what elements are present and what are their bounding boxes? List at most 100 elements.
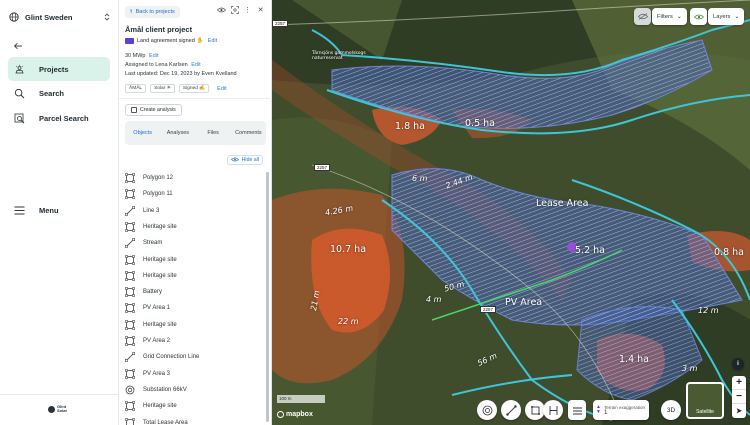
scrollbar-thumb[interactable]: [266, 172, 269, 422]
object-label: PV Area 1: [143, 305, 171, 312]
decrement-icon[interactable]: ▼: [596, 410, 601, 415]
nav-menu-button[interactable]: Menu: [14, 206, 59, 215]
object-list-item[interactable]: Heritage site: [125, 220, 263, 234]
edit-land-status-link[interactable]: Edit: [208, 38, 217, 44]
target-tool-button[interactable]: [477, 400, 497, 420]
polygon-icon: [125, 222, 135, 232]
object-list-item[interactable]: Line 3: [125, 204, 263, 218]
nav-item-projects[interactable]: Projects: [8, 57, 110, 81]
edit-tags-link[interactable]: Edit: [217, 86, 226, 92]
polygon-icon: [125, 189, 135, 200]
hide-all-button[interactable]: Hide all: [226, 155, 263, 165]
object-list: Polygon 12 Polygon 11 Line 3 Heritage site S…: [119, 170, 265, 425]
object-list-item[interactable]: Battery: [125, 285, 263, 299]
back-to-projects-button[interactable]: ⭡ Back to projects: [125, 6, 180, 18]
measure-tool-button[interactable]: [543, 400, 563, 420]
edit-capacity-link[interactable]: Edit: [149, 53, 158, 59]
polygon-icon: [125, 270, 135, 281]
nav-label-projects: Projects: [39, 64, 69, 74]
zoom-in-button[interactable]: +: [732, 376, 746, 390]
object-list-item[interactable]: Heritage site: [125, 269, 263, 283]
tab-files[interactable]: Files: [196, 130, 231, 136]
polygon-icon: [125, 173, 135, 183]
org-switcher[interactable]: Glint Sweden: [9, 10, 111, 24]
polygon-tool-button[interactable]: [525, 400, 545, 420]
nav-item-parcel-search[interactable]: Parcel Search: [8, 106, 110, 130]
project-title: Åmål client project: [125, 25, 193, 34]
object-list-item[interactable]: Stream: [125, 236, 263, 250]
tab-comments[interactable]: Comments: [231, 130, 266, 136]
eye-off-icon: [230, 157, 239, 164]
tag-signed[interactable]: Signed ✍: [178, 84, 210, 93]
mapbox-attribution[interactable]: mapbox: [277, 411, 313, 418]
object-list-item[interactable]: Heritage site: [125, 318, 263, 332]
solar-panel-icon: [15, 64, 24, 73]
collapse-nav-button[interactable]: [11, 40, 25, 52]
object-list-item[interactable]: Polygon 12: [125, 171, 263, 185]
layers-visibility-button[interactable]: [690, 8, 707, 25]
compass-icon[interactable]: ➤: [732, 404, 746, 418]
object-label: Total Lease Area: [143, 419, 188, 425]
tag-solar[interactable]: Solar ☀: [150, 84, 175, 93]
object-label: Polygon 11: [143, 191, 173, 198]
assigned-prefix: Assigned to: [125, 62, 154, 68]
edit-assignee-link[interactable]: Edit: [191, 62, 200, 68]
object-list-item[interactable]: Polygon 11: [125, 187, 263, 201]
polygon-icon: [125, 368, 135, 379]
parcel-tool-button[interactable]: [568, 400, 586, 420]
filters-button[interactable]: Filters ⌄: [652, 8, 687, 25]
land-status: Land agreement signed ✋ Edit: [125, 38, 217, 44]
layers-button[interactable]: Layers ⌄: [708, 8, 745, 25]
map-label-area-08: 0.8 ha: [714, 247, 744, 258]
map-label-d6: 6 m: [412, 174, 428, 183]
visibility-toggle-button[interactable]: [634, 8, 651, 25]
updated-by: Even Kvelland: [201, 71, 237, 77]
zoom-out-button[interactable]: −: [732, 390, 746, 404]
object-list-item[interactable]: Heritage site: [125, 253, 263, 267]
object-label: Heritage site: [143, 321, 177, 328]
map-label-pv-area: PV Area: [505, 297, 543, 308]
glint-logo-icon: [48, 405, 55, 413]
create-analysis-label: Create analysis: [140, 107, 176, 113]
info-icon[interactable]: i: [732, 358, 744, 370]
nav-label-search: Search: [39, 88, 65, 98]
close-icon[interactable]: ✕: [256, 5, 265, 14]
nav-menu-label: Menu: [39, 206, 59, 215]
terrain-value[interactable]: 1: [604, 410, 645, 416]
toggle-3d-button[interactable]: 3D: [661, 400, 681, 420]
object-list-item[interactable]: PV Area 2: [125, 334, 263, 348]
object-label: Stream: [143, 240, 163, 247]
terrain-exaggeration-control: ▲ ▼ Terrain exaggeration 1: [593, 400, 649, 420]
tab-objects[interactable]: Objects: [125, 130, 160, 136]
tab-analyses[interactable]: Analyses: [160, 130, 195, 136]
panel-tabs: Objects Analyses Files Comments: [125, 121, 266, 145]
object-label: Heritage site: [143, 223, 177, 230]
hamburger-icon: [14, 206, 25, 215]
object-list-item[interactable]: PV Area 3: [125, 367, 263, 381]
object-label: Heritage site: [143, 256, 177, 263]
scale-bar: 100 m: [277, 395, 325, 403]
map-label-d4: 4 m: [426, 295, 442, 304]
object-list-item[interactable]: Total Lease Area: [125, 416, 263, 425]
satellite-toggle[interactable]: Satellite: [686, 382, 724, 419]
nav-label-parcel-search: Parcel Search: [39, 113, 89, 123]
nav-item-search[interactable]: Search: [8, 81, 110, 105]
tag-amal[interactable]: ÅMÅL: [125, 84, 147, 93]
object-list-item[interactable]: Heritage site: [125, 399, 263, 413]
object-list-item[interactable]: Substation 66kV: [125, 383, 263, 397]
map-view[interactable]: 1.8 ha 0.5 ha 10.7 ha 5.2 ha 0.8 ha 1.4 …: [272, 0, 750, 425]
back-label: Back to projects: [135, 9, 175, 15]
left-nav: Glint Sweden Projects Search Parcel Sear…: [0, 0, 119, 425]
hide-all-label: Hide all: [241, 157, 259, 163]
object-list-item[interactable]: Grid Connection Line: [125, 350, 263, 364]
chevron-down-icon: ⌄: [734, 13, 740, 20]
object-label: Grid Connection Line: [143, 354, 200, 361]
eye-icon[interactable]: [217, 5, 226, 14]
line-tool-button[interactable]: [501, 400, 521, 420]
focus-icon[interactable]: [230, 5, 239, 14]
more-vertical-icon[interactable]: ⋮: [243, 5, 252, 14]
create-analysis-button[interactable]: Create analysis: [125, 104, 182, 116]
nav-footer: Glint Solar: [0, 394, 119, 425]
polygon-icon: [125, 336, 135, 346]
object-list-item[interactable]: PV Area 1: [125, 301, 263, 315]
